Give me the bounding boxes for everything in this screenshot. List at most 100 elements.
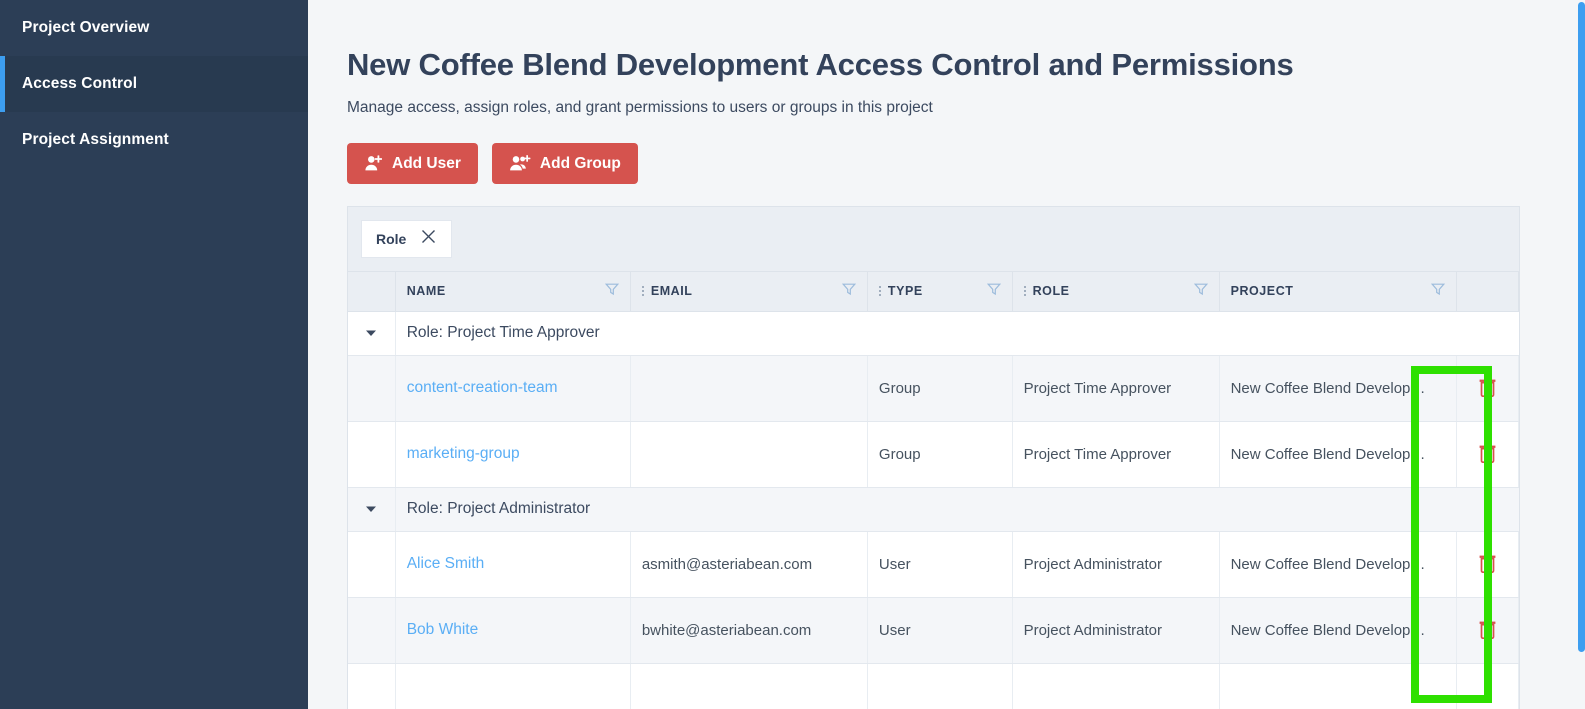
group-label: Role: Project Administrator bbox=[406, 500, 591, 517]
cell-name: Alice Smith bbox=[395, 531, 631, 598]
cell-name: marketing-group bbox=[395, 421, 631, 488]
users-plus-icon bbox=[509, 154, 531, 173]
filter-icon-project[interactable] bbox=[1430, 282, 1445, 301]
table-row[interactable]: Alice Smith asmith@asteriabean.com User … bbox=[348, 531, 1520, 598]
chevron-down-icon[interactable] bbox=[348, 505, 394, 514]
page-subtitle: Manage access, assign roles, and grant p… bbox=[347, 99, 933, 116]
access-control-table: NAME EMAIL TYPE ROLE PROJECT Role: Proje… bbox=[348, 272, 1520, 709]
cell-role bbox=[1012, 663, 1220, 709]
column-header-name[interactable]: NAME bbox=[395, 272, 631, 312]
vertical-scrollbar-thumb[interactable] bbox=[1578, 2, 1585, 652]
group-header-row[interactable]: Role: Project Administrator bbox=[348, 487, 1519, 532]
column-drag-handle-role[interactable] bbox=[1023, 286, 1026, 297]
vertical-scrollbar[interactable] bbox=[1578, 0, 1585, 709]
cell-name bbox=[395, 663, 631, 709]
cell-project: New Coffee Blend Develop… bbox=[1219, 421, 1457, 488]
sidebar-item-access-control[interactable]: Access Control bbox=[0, 56, 308, 112]
row-name-link[interactable]: marketing-group bbox=[407, 445, 520, 462]
row-name-link[interactable]: Alice Smith bbox=[407, 555, 485, 572]
cell-project: New Coffee Blend Develop… bbox=[1219, 597, 1457, 664]
column-header-type-label: TYPE bbox=[887, 284, 923, 299]
filter-chip-label: Role bbox=[376, 231, 407, 247]
table-row[interactable]: content-creation-team Group Project Time… bbox=[348, 355, 1520, 422]
column-header-role[interactable]: ROLE bbox=[1012, 272, 1220, 312]
toolbar: Add User Add Group bbox=[347, 143, 1585, 184]
add-group-button-label: Add Group bbox=[539, 154, 621, 172]
cell-email bbox=[630, 355, 868, 422]
filter-icon-role[interactable] bbox=[1193, 282, 1208, 301]
group-header-label-cell: Role: Project Administrator bbox=[395, 487, 1519, 532]
add-group-button[interactable]: Add Group bbox=[491, 143, 638, 184]
sidebar-item-label: Project Overview bbox=[22, 19, 150, 36]
column-header-project-label: PROJECT bbox=[1230, 284, 1294, 299]
delete-row-button[interactable] bbox=[1478, 376, 1497, 397]
chevron-down-icon[interactable] bbox=[348, 329, 394, 338]
user-plus-icon bbox=[364, 154, 383, 173]
cell-email bbox=[630, 663, 868, 709]
filter-icon-name[interactable] bbox=[604, 282, 619, 301]
cell-email: asmith@asteriabean.com bbox=[630, 531, 868, 598]
cell-actions bbox=[1456, 663, 1520, 709]
cell-actions bbox=[1456, 531, 1520, 598]
column-drag-handle-type[interactable] bbox=[878, 286, 881, 297]
cell-actions bbox=[1456, 597, 1520, 664]
cell-type: Group bbox=[867, 355, 1013, 422]
group-expand-cell[interactable] bbox=[348, 487, 396, 532]
row-select-cell[interactable] bbox=[348, 355, 396, 422]
row-name-link[interactable]: Bob White bbox=[407, 621, 479, 638]
cell-role: Project Administrator bbox=[1012, 531, 1220, 598]
cell-role: Project Time Approver bbox=[1012, 421, 1220, 488]
filter-icon-email[interactable] bbox=[841, 282, 857, 301]
main-content: New Coffee Blend Development Access Cont… bbox=[308, 0, 1585, 709]
cell-project bbox=[1219, 663, 1457, 709]
cell-type bbox=[867, 663, 1013, 709]
cell-type: User bbox=[867, 531, 1013, 598]
row-select-cell[interactable] bbox=[348, 421, 396, 488]
add-user-button-label: Add User bbox=[392, 154, 461, 172]
cell-type: User bbox=[867, 597, 1013, 664]
row-name-link[interactable]: content-creation-team bbox=[407, 379, 558, 396]
column-header-actions bbox=[1456, 272, 1520, 312]
group-label: Role: Project Time Approver bbox=[406, 324, 600, 341]
filter-chip-role[interactable]: Role bbox=[361, 220, 453, 258]
column-header-project[interactable]: PROJECT bbox=[1219, 272, 1457, 312]
cell-project: New Coffee Blend Develop… bbox=[1219, 531, 1457, 598]
group-header-row[interactable]: Role: Project Time Approver bbox=[348, 311, 1519, 356]
row-select-cell[interactable] bbox=[348, 663, 396, 709]
cell-role: Project Administrator bbox=[1012, 597, 1220, 664]
cell-actions bbox=[1456, 355, 1520, 422]
sidebar-item-project-assignment[interactable]: Project Assignment bbox=[0, 112, 308, 168]
access-control-page: Project Overview Access Control Project … bbox=[0, 0, 1585, 709]
cell-actions bbox=[1456, 421, 1520, 488]
cell-project: New Coffee Blend Develop… bbox=[1219, 355, 1457, 422]
table-row[interactable] bbox=[348, 663, 1520, 709]
column-header-email[interactable]: EMAIL bbox=[630, 272, 868, 312]
column-header-role-label: ROLE bbox=[1032, 284, 1070, 299]
close-icon[interactable] bbox=[420, 228, 437, 250]
row-select-cell[interactable] bbox=[348, 531, 396, 598]
column-header-type[interactable]: TYPE bbox=[867, 272, 1013, 312]
group-header-label-cell: Role: Project Time Approver bbox=[395, 311, 1519, 356]
sidebar-item-label: Project Assignment bbox=[22, 131, 169, 148]
sidebar: Project Overview Access Control Project … bbox=[0, 0, 308, 709]
active-accent-bar bbox=[0, 56, 5, 112]
column-header-email-label: EMAIL bbox=[650, 284, 693, 299]
table-row[interactable]: marketing-group Group Project Time Appro… bbox=[348, 421, 1520, 488]
filter-bar: Role bbox=[348, 207, 1519, 272]
delete-row-button[interactable] bbox=[1478, 618, 1497, 639]
delete-row-button[interactable] bbox=[1478, 552, 1497, 573]
add-user-button[interactable]: Add User bbox=[347, 143, 478, 184]
table-row[interactable]: Bob White bwhite@asteriabean.com User Pr… bbox=[348, 597, 1520, 664]
sidebar-item-project-overview[interactable]: Project Overview bbox=[0, 0, 308, 56]
cell-email bbox=[630, 421, 868, 488]
cell-role: Project Time Approver bbox=[1012, 355, 1220, 422]
row-select-cell[interactable] bbox=[348, 597, 396, 664]
sidebar-item-label: Access Control bbox=[22, 75, 138, 92]
table-header-row: NAME EMAIL TYPE ROLE PROJECT bbox=[348, 272, 1520, 312]
group-expand-cell[interactable] bbox=[348, 311, 396, 356]
column-drag-handle-email[interactable] bbox=[641, 286, 644, 297]
filter-icon-type[interactable] bbox=[986, 282, 1001, 301]
column-header-select bbox=[348, 272, 396, 312]
delete-row-button[interactable] bbox=[1478, 442, 1497, 463]
access-control-table-card: Role NAME EMAIL TYPE ROLE PROJECT Role: … bbox=[347, 206, 1520, 709]
